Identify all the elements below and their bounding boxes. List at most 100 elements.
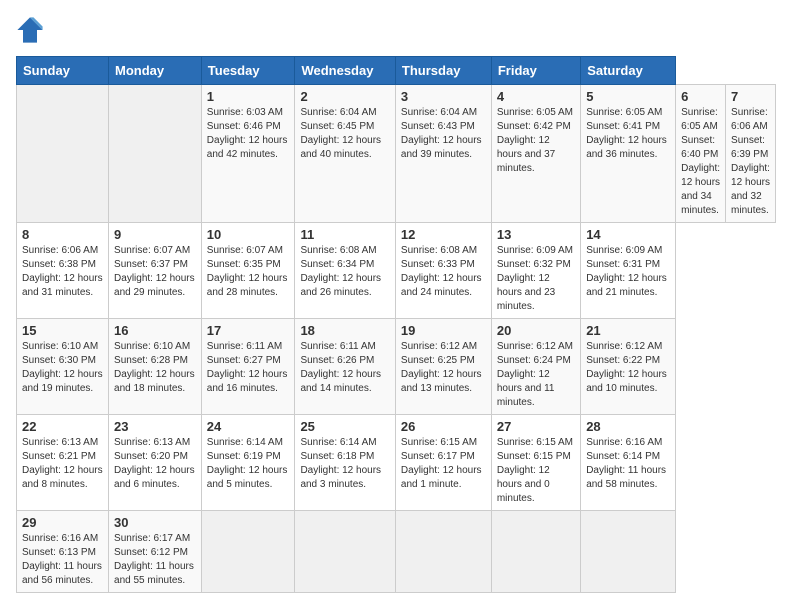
- calendar-cell: 29 Sunrise: 6:16 AMSunset: 6:13 PMDayligh…: [17, 511, 109, 593]
- calendar-cell: 25 Sunrise: 6:14 AMSunset: 6:18 PMDayligh…: [295, 415, 395, 511]
- day-info: Sunrise: 6:15 AMSunset: 6:15 PMDaylight:…: [497, 436, 575, 506]
- calendar-cell: [17, 85, 109, 223]
- day-info: Sunrise: 6:05 AMSunset: 6:41 PMDaylight:…: [586, 106, 670, 162]
- day-number: 26: [401, 419, 486, 434]
- day-number: 16: [114, 323, 196, 338]
- day-number: 14: [586, 227, 670, 242]
- calendar-cell: 20 Sunrise: 6:12 AMSunset: 6:24 PMDayligh…: [491, 319, 580, 415]
- day-number: 8: [22, 227, 103, 242]
- col-header-wednesday: Wednesday: [295, 57, 395, 85]
- calendar-cell: [395, 511, 491, 593]
- calendar: SundayMondayTuesdayWednesdayThursdayFrid…: [16, 56, 776, 593]
- calendar-cell: [581, 511, 676, 593]
- day-info: Sunrise: 6:13 AMSunset: 6:21 PMDaylight:…: [22, 436, 103, 492]
- logo-icon: [16, 16, 44, 44]
- calendar-cell: 19 Sunrise: 6:12 AMSunset: 6:25 PMDayligh…: [395, 319, 491, 415]
- calendar-cell: 7 Sunrise: 6:06 AMSunset: 6:39 PMDaylight…: [726, 85, 776, 223]
- col-header-tuesday: Tuesday: [201, 57, 295, 85]
- calendar-cell: [491, 511, 580, 593]
- day-number: 25: [300, 419, 389, 434]
- day-info: Sunrise: 6:12 AMSunset: 6:25 PMDaylight:…: [401, 340, 486, 396]
- day-number: 9: [114, 227, 196, 242]
- day-number: 27: [497, 419, 575, 434]
- day-number: 28: [586, 419, 670, 434]
- col-header-monday: Monday: [109, 57, 202, 85]
- day-number: 3: [401, 89, 486, 104]
- day-info: Sunrise: 6:08 AMSunset: 6:34 PMDaylight:…: [300, 244, 389, 300]
- calendar-cell: 26 Sunrise: 6:15 AMSunset: 6:17 PMDayligh…: [395, 415, 491, 511]
- calendar-cell: 13 Sunrise: 6:09 AMSunset: 6:32 PMDayligh…: [491, 223, 580, 319]
- day-info: Sunrise: 6:10 AMSunset: 6:28 PMDaylight:…: [114, 340, 196, 396]
- day-info: Sunrise: 6:12 AMSunset: 6:24 PMDaylight:…: [497, 340, 575, 410]
- calendar-cell: 24 Sunrise: 6:14 AMSunset: 6:19 PMDayligh…: [201, 415, 295, 511]
- calendar-cell: 27 Sunrise: 6:15 AMSunset: 6:15 PMDayligh…: [491, 415, 580, 511]
- day-info: Sunrise: 6:11 AMSunset: 6:27 PMDaylight:…: [207, 340, 290, 396]
- calendar-cell: 6 Sunrise: 6:05 AMSunset: 6:40 PMDaylight…: [676, 85, 726, 223]
- col-header-saturday: Saturday: [581, 57, 676, 85]
- day-number: 29: [22, 515, 103, 530]
- day-info: Sunrise: 6:10 AMSunset: 6:30 PMDaylight:…: [22, 340, 103, 396]
- day-info: Sunrise: 6:15 AMSunset: 6:17 PMDaylight:…: [401, 436, 486, 492]
- day-number: 1: [207, 89, 290, 104]
- day-info: Sunrise: 6:16 AMSunset: 6:13 PMDaylight:…: [22, 532, 103, 588]
- calendar-cell: 15 Sunrise: 6:10 AMSunset: 6:30 PMDayligh…: [17, 319, 109, 415]
- day-info: Sunrise: 6:06 AMSunset: 6:39 PMDaylight:…: [731, 106, 770, 218]
- day-number: 5: [586, 89, 670, 104]
- calendar-cell: 9 Sunrise: 6:07 AMSunset: 6:37 PMDaylight…: [109, 223, 202, 319]
- day-number: 22: [22, 419, 103, 434]
- day-number: 13: [497, 227, 575, 242]
- day-info: Sunrise: 6:09 AMSunset: 6:32 PMDaylight:…: [497, 244, 575, 314]
- calendar-cell: 17 Sunrise: 6:11 AMSunset: 6:27 PMDayligh…: [201, 319, 295, 415]
- day-number: 23: [114, 419, 196, 434]
- day-info: Sunrise: 6:14 AMSunset: 6:19 PMDaylight:…: [207, 436, 290, 492]
- day-info: Sunrise: 6:14 AMSunset: 6:18 PMDaylight:…: [300, 436, 389, 492]
- calendar-cell: 30 Sunrise: 6:17 AMSunset: 6:12 PMDayligh…: [109, 511, 202, 593]
- day-number: 2: [300, 89, 389, 104]
- calendar-cell: 1 Sunrise: 6:03 AMSunset: 6:46 PMDaylight…: [201, 85, 295, 223]
- calendar-cell: 3Sunrise: 6:04 AMSunset: 6:43 PMDaylight…: [395, 85, 491, 223]
- day-number: 19: [401, 323, 486, 338]
- day-number: 10: [207, 227, 290, 242]
- calendar-cell: 12 Sunrise: 6:08 AMSunset: 6:33 PMDayligh…: [395, 223, 491, 319]
- calendar-cell: 18 Sunrise: 6:11 AMSunset: 6:26 PMDayligh…: [295, 319, 395, 415]
- day-number: 12: [401, 227, 486, 242]
- calendar-cell: 23 Sunrise: 6:13 AMSunset: 6:20 PMDayligh…: [109, 415, 202, 511]
- day-info: Sunrise: 6:12 AMSunset: 6:22 PMDaylight:…: [586, 340, 670, 396]
- day-info: Sunrise: 6:06 AMSunset: 6:38 PMDaylight:…: [22, 244, 103, 300]
- day-number: 30: [114, 515, 196, 530]
- day-info: Sunrise: 6:16 AMSunset: 6:14 PMDaylight:…: [586, 436, 670, 492]
- day-number: 20: [497, 323, 575, 338]
- day-info: Sunrise: 6:08 AMSunset: 6:33 PMDaylight:…: [401, 244, 486, 300]
- calendar-cell: [201, 511, 295, 593]
- day-info: Sunrise: 6:13 AMSunset: 6:20 PMDaylight:…: [114, 436, 196, 492]
- calendar-cell: 8 Sunrise: 6:06 AMSunset: 6:38 PMDaylight…: [17, 223, 109, 319]
- col-header-sunday: Sunday: [17, 57, 109, 85]
- day-number: 24: [207, 419, 290, 434]
- calendar-cell: [109, 85, 202, 223]
- day-number: 4: [497, 89, 575, 104]
- calendar-cell: 5 Sunrise: 6:05 AMSunset: 6:41 PMDaylight…: [581, 85, 676, 223]
- day-info: Sunrise: 6:03 AMSunset: 6:46 PMDaylight:…: [207, 106, 290, 162]
- day-number: 15: [22, 323, 103, 338]
- calendar-cell: 21Sunrise: 6:12 AMSunset: 6:22 PMDayligh…: [581, 319, 676, 415]
- day-info: Sunrise: 6:07 AMSunset: 6:35 PMDaylight:…: [207, 244, 290, 300]
- calendar-cell: [295, 511, 395, 593]
- day-info: Sunrise: 6:09 AMSunset: 6:31 PMDaylight:…: [586, 244, 670, 300]
- day-info: Sunrise: 6:05 AMSunset: 6:42 PMDaylight:…: [497, 106, 575, 176]
- day-info: Sunrise: 6:07 AMSunset: 6:37 PMDaylight:…: [114, 244, 196, 300]
- day-info: Sunrise: 6:04 AMSunset: 6:45 PMDaylight:…: [300, 106, 389, 162]
- calendar-cell: 2 Sunrise: 6:04 AMSunset: 6:45 PMDaylight…: [295, 85, 395, 223]
- logo: [16, 16, 48, 44]
- calendar-cell: 14 Sunrise: 6:09 AMSunset: 6:31 PMDayligh…: [581, 223, 676, 319]
- day-info: Sunrise: 6:11 AMSunset: 6:26 PMDaylight:…: [300, 340, 389, 396]
- day-number: 6: [681, 89, 720, 104]
- day-info: Sunrise: 6:17 AMSunset: 6:12 PMDaylight:…: [114, 532, 196, 588]
- day-number: 7: [731, 89, 770, 104]
- calendar-cell: 4 Sunrise: 6:05 AMSunset: 6:42 PMDaylight…: [491, 85, 580, 223]
- day-info: Sunrise: 6:05 AMSunset: 6:40 PMDaylight:…: [681, 106, 720, 218]
- calendar-cell: 11Sunrise: 6:08 AMSunset: 6:34 PMDayligh…: [295, 223, 395, 319]
- calendar-cell: 22 Sunrise: 6:13 AMSunset: 6:21 PMDayligh…: [17, 415, 109, 511]
- day-number: 17: [207, 323, 290, 338]
- col-header-friday: Friday: [491, 57, 580, 85]
- day-number: 18: [300, 323, 389, 338]
